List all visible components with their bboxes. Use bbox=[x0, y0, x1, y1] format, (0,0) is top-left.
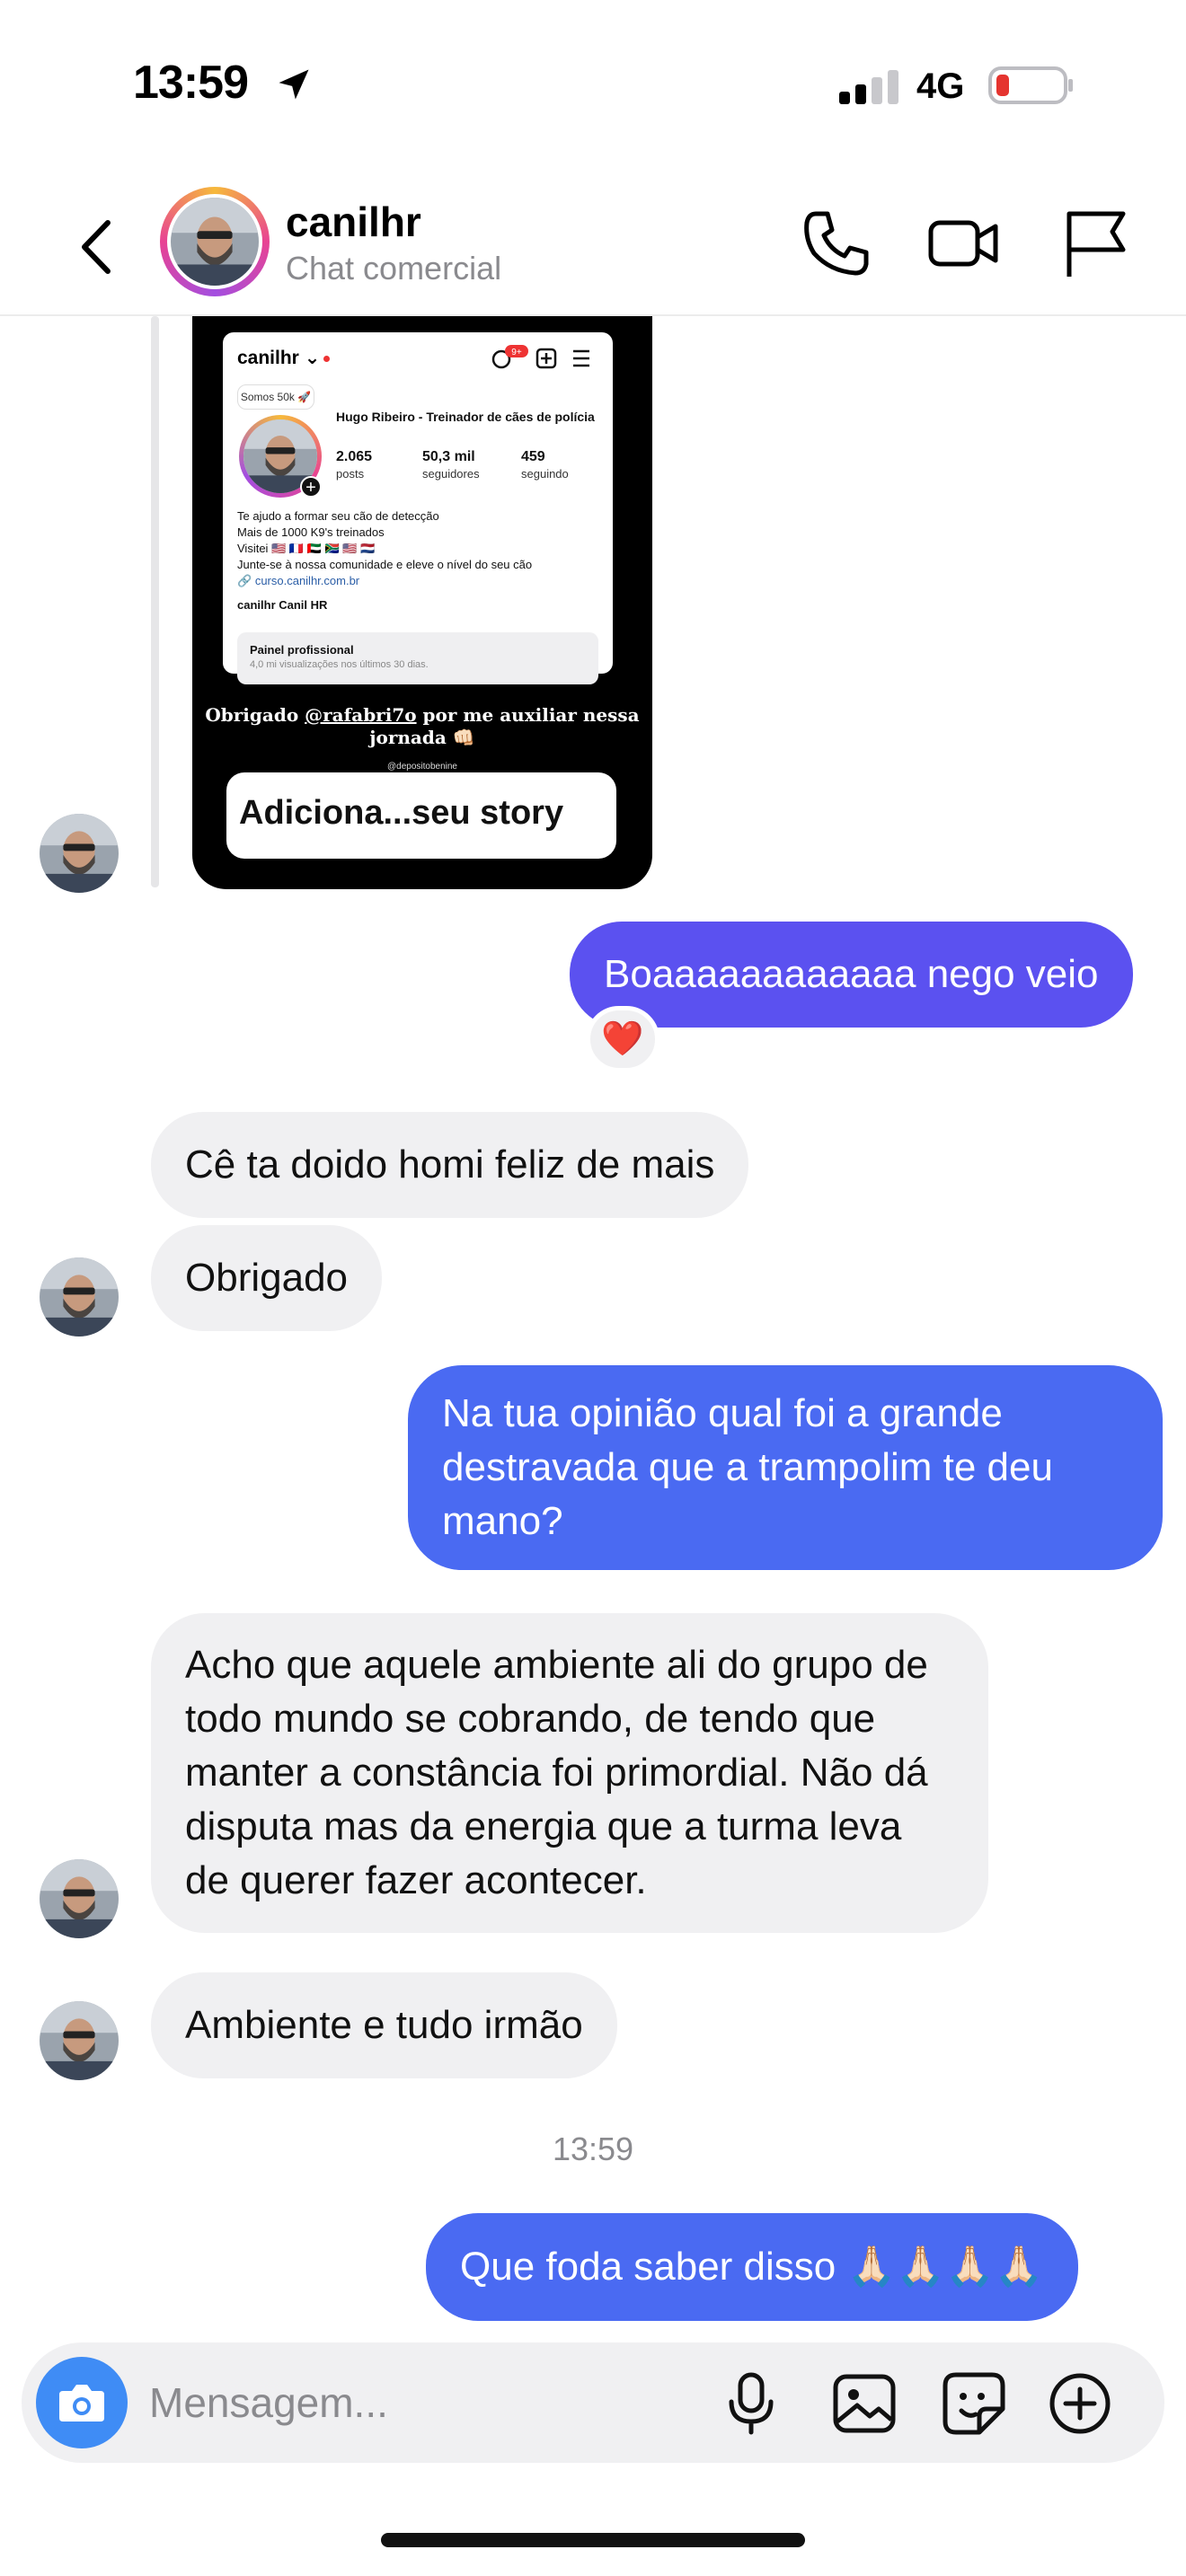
sender-avatar[interactable] bbox=[40, 1257, 119, 1337]
story-username: canilhr ⌄ bbox=[237, 347, 331, 369]
story-profile-screenshot: canilhr ⌄ 9+ Somos 50k 🚀 + Hugo Ribeiro … bbox=[223, 332, 613, 684]
location-arrow-icon bbox=[279, 69, 309, 100]
message-incoming[interactable]: Obrigado bbox=[151, 1225, 383, 1331]
sender-avatar[interactable] bbox=[40, 1859, 119, 1938]
gallery-icon[interactable] bbox=[830, 2369, 898, 2438]
message-outgoing[interactable]: Na tua opinião qual foi a grande destrav… bbox=[408, 1365, 1163, 1570]
home-indicator[interactable] bbox=[381, 2533, 805, 2547]
sender-avatar[interactable] bbox=[40, 814, 119, 893]
camera-icon bbox=[59, 2385, 104, 2422]
chat-type-label: Chat comercial bbox=[286, 250, 502, 287]
sender-avatar[interactable] bbox=[40, 2001, 119, 2080]
story-header-icons: 9+ bbox=[491, 345, 589, 369]
reply-indicator-line bbox=[151, 316, 159, 887]
flag-icon[interactable] bbox=[1057, 205, 1134, 282]
phone-call-icon[interactable] bbox=[798, 205, 875, 282]
contact-avatar[interactable] bbox=[160, 187, 270, 296]
message-incoming[interactable]: Acho que aquele ambiente ali do grupo de… bbox=[151, 1613, 988, 1933]
story-caption: Obrigado @rafabri7o por me auxiliar ness… bbox=[205, 704, 640, 748]
message-incoming[interactable]: Cê ta doido homi feliz de mais bbox=[151, 1112, 749, 1218]
message-composer bbox=[22, 2342, 1164, 2463]
message-outgoing[interactable]: Boaaaaaaaaaaaa nego veio bbox=[570, 922, 1133, 1028]
story-display-name: Hugo Ribeiro - Treinador de cães de polí… bbox=[336, 410, 595, 424]
microphone-icon[interactable] bbox=[717, 2369, 785, 2438]
message-timestamp: 13:59 bbox=[552, 2130, 634, 2167]
heart-reaction[interactable]: ❤️ bbox=[586, 1006, 659, 1072]
back-chevron-icon[interactable] bbox=[74, 216, 119, 278]
avatar-image bbox=[171, 198, 259, 286]
shared-story-card[interactable]: canilhr ⌄ 9+ Somos 50k 🚀 + Hugo Ribeiro … bbox=[192, 316, 652, 889]
add-plus-icon[interactable] bbox=[1046, 2369, 1114, 2438]
message-incoming[interactable]: Ambiente e tudo irmão bbox=[151, 1972, 617, 2078]
story-handle: @depositobenine bbox=[387, 762, 457, 772]
story-tags: canilhr Canil HR bbox=[237, 598, 328, 612]
status-time: 13:59 bbox=[133, 57, 249, 109]
message-outgoing[interactable]: Que foda saber disso 🙏🏻🙏🏻🙏🏻🙏🏻 bbox=[426, 2213, 1078, 2321]
status-bar: 13:59 4G bbox=[0, 0, 1186, 171]
network-type: 4G bbox=[916, 66, 965, 106]
camera-button[interactable] bbox=[36, 2357, 128, 2448]
add-to-story-button[interactable]: Adiciona...seu story bbox=[226, 772, 616, 859]
story-bio: Te ajudo a formar seu cão de detecção Ma… bbox=[237, 508, 606, 589]
message-input[interactable] bbox=[149, 2373, 688, 2432]
battery-low-icon bbox=[988, 66, 1073, 104]
notification-count: 9+ bbox=[511, 348, 522, 357]
contact-name[interactable]: canilhr bbox=[286, 198, 421, 246]
cellular-signal-icon bbox=[839, 70, 898, 104]
video-call-icon[interactable] bbox=[925, 205, 1003, 282]
story-pro-panel: Painel profissional 4,0 mi visualizações… bbox=[237, 632, 598, 684]
story-link: 🔗 curso.canilhr.com.br bbox=[237, 574, 360, 587]
sticker-icon[interactable] bbox=[940, 2369, 1008, 2438]
add-story-plus-icon: + bbox=[300, 476, 322, 498]
story-note: Somos 50k 🚀 bbox=[237, 384, 314, 410]
chat-header: canilhr Chat comercial bbox=[0, 171, 1186, 316]
